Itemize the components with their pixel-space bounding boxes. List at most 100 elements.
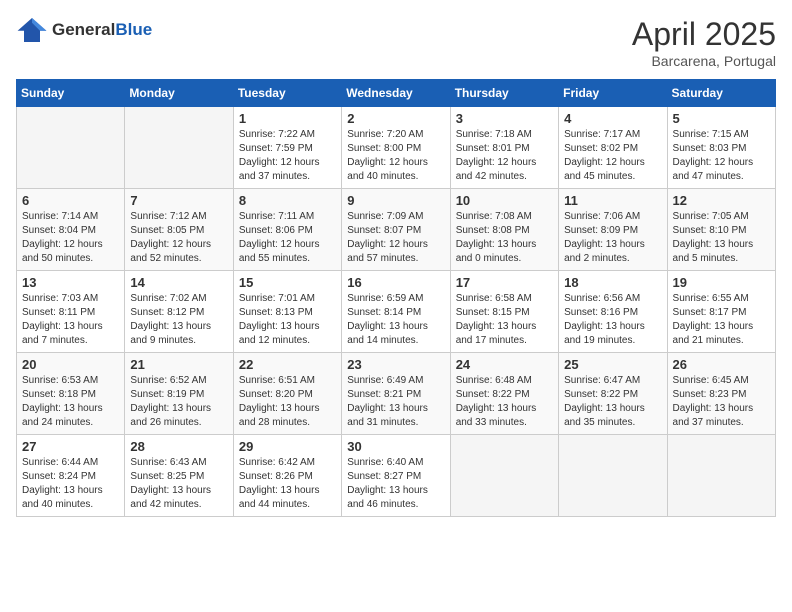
week-row-5: 27 Sunrise: 6:44 AMSunset: 8:24 PMDayligh… <box>17 435 776 517</box>
calendar-table: SundayMondayTuesdayWednesdayThursdayFrid… <box>16 79 776 517</box>
day-number: 22 <box>239 357 336 372</box>
calendar-cell <box>125 107 233 189</box>
day-info: Sunrise: 7:05 AMSunset: 8:10 PMDaylight:… <box>673 210 770 266</box>
day-info: Sunrise: 6:49 AMSunset: 8:21 PMDaylight:… <box>347 374 444 430</box>
weekday-header-wednesday: Wednesday <box>342 80 450 107</box>
day-number: 5 <box>673 111 770 126</box>
day-info: Sunrise: 6:56 AMSunset: 8:16 PMDaylight:… <box>564 292 661 348</box>
calendar-cell: 25 Sunrise: 6:47 AMSunset: 8:22 PMDayligh… <box>559 353 667 435</box>
week-row-4: 20Sunrise: 6:53 AMSunset: 8:18 PMDayligh… <box>17 353 776 435</box>
day-info: Sunrise: 7:03 AMSunset: 8:11 PMDaylight:… <box>22 292 119 348</box>
day-info: Sunrise: 6:44 AMSunset: 8:24 PMDaylight:… <box>22 456 119 512</box>
calendar-cell: 10Sunrise: 7:08 AMSunset: 8:08 PMDayligh… <box>450 189 558 271</box>
calendar-cell <box>667 435 775 517</box>
day-number: 8 <box>239 193 336 208</box>
day-info: Sunrise: 7:01 AMSunset: 8:13 PMDaylight:… <box>239 292 336 348</box>
weekday-header-saturday: Saturday <box>667 80 775 107</box>
day-number: 3 <box>456 111 553 126</box>
day-number: 24 <box>456 357 553 372</box>
logo-icon <box>16 16 48 44</box>
day-number: 11 <box>564 193 661 208</box>
calendar-cell: 16 Sunrise: 6:59 AMSunset: 8:14 PMDayligh… <box>342 271 450 353</box>
calendar-cell: 9Sunrise: 7:09 AMSunset: 8:07 PMDaylight… <box>342 189 450 271</box>
weekday-header-sunday: Sunday <box>17 80 125 107</box>
day-number: 25 <box>564 357 661 372</box>
calendar-cell <box>559 435 667 517</box>
weekday-header-tuesday: Tuesday <box>233 80 341 107</box>
day-number: 12 <box>673 193 770 208</box>
calendar-cell <box>17 107 125 189</box>
calendar-cell: 3 Sunrise: 7:18 AMSunset: 8:01 PMDaylight… <box>450 107 558 189</box>
weekday-header-friday: Friday <box>559 80 667 107</box>
calendar-cell: 8 Sunrise: 7:11 AMSunset: 8:06 PMDaylight… <box>233 189 341 271</box>
day-number: 14 <box>130 275 227 290</box>
weekday-header-thursday: Thursday <box>450 80 558 107</box>
day-info: Sunrise: 7:06 AMSunset: 8:09 PMDaylight:… <box>564 210 661 266</box>
day-number: 13 <box>22 275 119 290</box>
calendar-cell: 21 Sunrise: 6:52 AMSunset: 8:19 PMDayligh… <box>125 353 233 435</box>
day-info: Sunrise: 6:55 AMSunset: 8:17 PMDaylight:… <box>673 292 770 348</box>
day-number: 7 <box>130 193 227 208</box>
calendar-cell <box>450 435 558 517</box>
day-info: Sunrise: 6:43 AMSunset: 8:25 PMDaylight:… <box>130 456 227 512</box>
calendar-cell: 15 Sunrise: 7:01 AMSunset: 8:13 PMDayligh… <box>233 271 341 353</box>
calendar-cell: 18Sunrise: 6:56 AMSunset: 8:16 PMDayligh… <box>559 271 667 353</box>
day-info: Sunrise: 6:53 AMSunset: 8:18 PMDaylight:… <box>22 374 119 430</box>
day-number: 23 <box>347 357 444 372</box>
calendar-cell: 28Sunrise: 6:43 AMSunset: 8:25 PMDayligh… <box>125 435 233 517</box>
week-row-3: 13 Sunrise: 7:03 AMSunset: 8:11 PMDayligh… <box>17 271 776 353</box>
calendar-cell: 20Sunrise: 6:53 AMSunset: 8:18 PMDayligh… <box>17 353 125 435</box>
calendar-cell: 1 Sunrise: 7:22 AMSunset: 7:59 PMDaylight… <box>233 107 341 189</box>
day-number: 21 <box>130 357 227 372</box>
calendar-cell: 22 Sunrise: 6:51 AMSunset: 8:20 PMDayligh… <box>233 353 341 435</box>
day-info: Sunrise: 7:18 AMSunset: 8:01 PMDaylight:… <box>456 128 553 184</box>
calendar-cell: 27 Sunrise: 6:44 AMSunset: 8:24 PMDayligh… <box>17 435 125 517</box>
day-info: Sunrise: 7:20 AMSunset: 8:00 PMDaylight:… <box>347 128 444 184</box>
logo-blue: Blue <box>115 20 152 39</box>
day-number: 6 <box>22 193 119 208</box>
day-number: 4 <box>564 111 661 126</box>
calendar-cell: 7 Sunrise: 7:12 AMSunset: 8:05 PMDaylight… <box>125 189 233 271</box>
calendar-cell: 12 Sunrise: 7:05 AMSunset: 8:10 PMDayligh… <box>667 189 775 271</box>
day-info: Sunrise: 7:08 AMSunset: 8:08 PMDaylight:… <box>456 210 553 266</box>
day-number: 9 <box>347 193 444 208</box>
day-info: Sunrise: 6:48 AMSunset: 8:22 PMDaylight:… <box>456 374 553 430</box>
day-number: 15 <box>239 275 336 290</box>
calendar-cell: 26Sunrise: 6:45 AMSunset: 8:23 PMDayligh… <box>667 353 775 435</box>
calendar-cell: 19Sunrise: 6:55 AMSunset: 8:17 PMDayligh… <box>667 271 775 353</box>
calendar-cell: 2 Sunrise: 7:20 AMSunset: 8:00 PMDaylight… <box>342 107 450 189</box>
calendar-cell: 6 Sunrise: 7:14 AMSunset: 8:04 PMDaylight… <box>17 189 125 271</box>
day-info: Sunrise: 6:40 AMSunset: 8:27 PMDaylight:… <box>347 456 444 512</box>
calendar-cell: 13 Sunrise: 7:03 AMSunset: 8:11 PMDayligh… <box>17 271 125 353</box>
day-info: Sunrise: 7:11 AMSunset: 8:06 PMDaylight:… <box>239 210 336 266</box>
day-info: Sunrise: 6:47 AMSunset: 8:22 PMDaylight:… <box>564 374 661 430</box>
day-info: Sunrise: 6:45 AMSunset: 8:23 PMDaylight:… <box>673 374 770 430</box>
day-info: Sunrise: 7:22 AMSunset: 7:59 PMDaylight:… <box>239 128 336 184</box>
day-info: Sunrise: 7:14 AMSunset: 8:04 PMDaylight:… <box>22 210 119 266</box>
day-info: Sunrise: 6:51 AMSunset: 8:20 PMDaylight:… <box>239 374 336 430</box>
week-row-1: 1 Sunrise: 7:22 AMSunset: 7:59 PMDaylight… <box>17 107 776 189</box>
day-number: 1 <box>239 111 336 126</box>
day-number: 2 <box>347 111 444 126</box>
calendar-cell: 5 Sunrise: 7:15 AMSunset: 8:03 PMDaylight… <box>667 107 775 189</box>
calendar-cell: 4 Sunrise: 7:17 AMSunset: 8:02 PMDaylight… <box>559 107 667 189</box>
day-info: Sunrise: 7:12 AMSunset: 8:05 PMDaylight:… <box>130 210 227 266</box>
weekday-header-monday: Monday <box>125 80 233 107</box>
day-info: Sunrise: 6:59 AMSunset: 8:14 PMDaylight:… <box>347 292 444 348</box>
day-info: Sunrise: 7:15 AMSunset: 8:03 PMDaylight:… <box>673 128 770 184</box>
logo: GeneralBlue <box>16 16 152 44</box>
day-info: Sunrise: 7:02 AMSunset: 8:12 PMDaylight:… <box>130 292 227 348</box>
day-number: 27 <box>22 439 119 454</box>
weekday-header-row: SundayMondayTuesdayWednesdayThursdayFrid… <box>17 80 776 107</box>
calendar-cell: 29 Sunrise: 6:42 AMSunset: 8:26 PMDayligh… <box>233 435 341 517</box>
day-number: 16 <box>347 275 444 290</box>
day-info: Sunrise: 7:17 AMSunset: 8:02 PMDaylight:… <box>564 128 661 184</box>
location-title: Barcarena, Portugal <box>632 53 776 69</box>
page-header: GeneralBlue April 2025 Barcarena, Portug… <box>16 16 776 69</box>
title-area: April 2025 Barcarena, Portugal <box>632 16 776 69</box>
day-info: Sunrise: 6:42 AMSunset: 8:26 PMDaylight:… <box>239 456 336 512</box>
week-row-2: 6 Sunrise: 7:14 AMSunset: 8:04 PMDaylight… <box>17 189 776 271</box>
day-info: Sunrise: 6:52 AMSunset: 8:19 PMDaylight:… <box>130 374 227 430</box>
calendar-cell: 23 Sunrise: 6:49 AMSunset: 8:21 PMDayligh… <box>342 353 450 435</box>
day-number: 29 <box>239 439 336 454</box>
